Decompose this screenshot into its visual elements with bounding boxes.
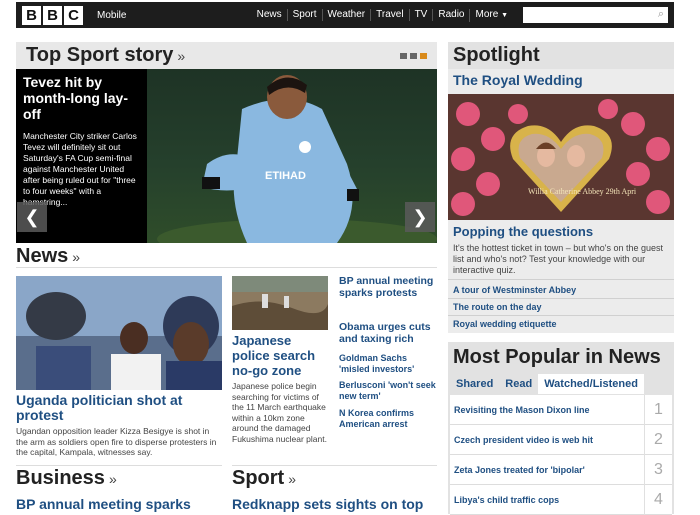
most-popular-list: Revisiting the Mason Dixon line 1 Czech …: [450, 394, 672, 515]
spotlight-subheading[interactable]: The Royal Wedding: [448, 69, 674, 91]
logo-letter: B: [43, 5, 62, 25]
list-item-text[interactable]: Zeta Jones treated for 'bipolar': [450, 465, 644, 475]
spotlight-link[interactable]: Royal wedding etiquette: [453, 319, 557, 329]
protest-illustration: [16, 276, 222, 390]
carousel-prev-button[interactable]: ❮: [17, 202, 47, 232]
tab-shared[interactable]: Shared: [450, 374, 499, 394]
nav-weather[interactable]: Weather: [321, 9, 371, 21]
slide-indicator: [400, 52, 427, 59]
main-nav: News Sport Weather Travel TV Radio More …: [252, 8, 513, 22]
chevron-right-icon: »: [177, 47, 186, 64]
divider: [448, 298, 674, 299]
news-main-desc: Ugandan opposition leader Kizza Besigye …: [16, 426, 217, 457]
uganda-protest-photo[interactable]: [16, 276, 222, 390]
footballer-illustration: ETIHAD: [157, 75, 437, 243]
nav-sport[interactable]: Sport: [286, 9, 322, 21]
wedding-photo-caption: Willia Catherine Abbey 29th Apri: [528, 187, 637, 196]
nav-radio[interactable]: Radio: [432, 9, 469, 21]
tab-watched-listened[interactable]: Watched/Listened: [538, 374, 644, 394]
chevron-left-icon: ❮: [24, 206, 40, 227]
rank-number: 3: [644, 454, 672, 485]
rank-number: 2: [644, 424, 672, 455]
footballer-photo[interactable]: ETIHAD: [147, 69, 437, 243]
nav-more[interactable]: More ▼: [469, 8, 513, 22]
spotlight-link[interactable]: A tour of Westminster Abbey: [453, 285, 576, 295]
spotlight-link[interactable]: The route on the day: [453, 302, 542, 312]
search-input[interactable]: ⌕: [523, 7, 668, 23]
chevron-right-icon: »: [288, 470, 297, 487]
search-zone-illustration: [232, 276, 328, 330]
top-sport-heading[interactable]: Top Sport story: [26, 44, 173, 67]
list-item-text[interactable]: Revisiting the Mason Dixon line: [450, 405, 644, 415]
list-item[interactable]: Czech president video is web hit 2: [450, 424, 672, 455]
triangle-down-icon: ▼: [501, 11, 508, 19]
spotlight-feature-title[interactable]: Popping the questions: [453, 224, 593, 239]
bbc-logo[interactable]: B B C: [22, 5, 83, 25]
news-link[interactable]: Berlusconi 'won't seek new term': [339, 380, 437, 402]
logo-letter: C: [64, 5, 83, 25]
hero-story-title[interactable]: Tevez hit by month-long lay-off: [23, 74, 140, 122]
news-heading[interactable]: News: [16, 245, 68, 268]
most-popular-heading: Most Popular in News: [453, 346, 661, 368]
royal-wedding-illustration: Willia Catherine Abbey 29th Apri: [448, 94, 674, 220]
royal-wedding-photo[interactable]: Willia Catherine Abbey 29th Apri: [448, 94, 674, 220]
spotlight-feature-desc: It's the hottest ticket in town – but wh…: [453, 243, 664, 275]
sport-link[interactable]: Redknapp sets sights on top: [232, 496, 423, 512]
most-popular-panel: Most Popular in News Shared Read Watched…: [448, 342, 674, 515]
news-second-desc: Japanese police begin searching for vict…: [232, 381, 327, 444]
nav-news[interactable]: News: [252, 9, 287, 21]
spotlight-panel: The Royal Wedding Willia Catherine Abbey…: [448, 69, 674, 333]
chevron-right-icon: »: [108, 470, 117, 487]
carousel-next-button[interactable]: ❯: [405, 202, 435, 232]
nav-more-label: More: [475, 8, 499, 20]
list-item[interactable]: Revisiting the Mason Dixon line 1: [450, 394, 672, 425]
svg-text:ETIHAD: ETIHAD: [265, 170, 306, 182]
rank-number: 1: [644, 394, 672, 425]
rank-number: 4: [644, 484, 672, 515]
divider: [448, 279, 674, 280]
magnifier-icon[interactable]: ⌕: [658, 8, 664, 21]
hero-story-summary: Manchester City striker Carlos Tevez wil…: [23, 131, 137, 207]
japan-search-photo[interactable]: [232, 276, 328, 330]
slide-dot[interactable]: [410, 52, 417, 59]
list-item[interactable]: Zeta Jones treated for 'bipolar' 3: [450, 454, 672, 485]
news-link[interactable]: Goldman Sachs 'misled investors': [339, 353, 437, 375]
news-link[interactable]: N Korea confirms American arrest: [339, 408, 437, 430]
sport-heading[interactable]: Sport: [232, 467, 284, 490]
sport-header: Sport »: [232, 465, 437, 491]
chevron-right-icon: ❯: [412, 206, 428, 227]
chevron-right-icon: »: [72, 248, 81, 265]
news-second-title[interactable]: Japanese police search no-go zone: [232, 333, 328, 378]
list-item-text[interactable]: Libya's child traffic cops: [450, 495, 644, 505]
news-header: News »: [16, 245, 437, 268]
nav-tv[interactable]: TV: [408, 9, 433, 21]
news-link[interactable]: BP annual meeting sparks protests: [339, 275, 437, 299]
slide-dot[interactable]: [400, 52, 407, 59]
top-sport-carousel: Tevez hit by month-long lay-off Manchest…: [16, 69, 437, 243]
top-sport-header: Top Sport story »: [16, 42, 437, 69]
divider: [448, 315, 674, 316]
mobile-label[interactable]: Mobile: [97, 10, 126, 21]
news-main-title[interactable]: Uganda politician shot at protest: [16, 393, 222, 423]
business-heading[interactable]: Business: [16, 467, 105, 490]
list-item-text[interactable]: Czech president video is web hit: [450, 435, 644, 445]
tab-read[interactable]: Read: [499, 374, 538, 394]
list-item[interactable]: Libya's child traffic cops 4: [450, 484, 672, 515]
nav-travel[interactable]: Travel: [370, 9, 408, 21]
slide-dot-active[interactable]: [420, 52, 427, 59]
business-link[interactable]: BP annual meeting sparks: [16, 496, 191, 512]
most-popular-tabs: Shared Read Watched/Listened: [450, 374, 644, 394]
logo-letter: B: [22, 5, 41, 25]
spotlight-heading: Spotlight: [453, 44, 540, 66]
business-header: Business »: [16, 465, 222, 491]
spotlight-header: Spotlight: [448, 42, 674, 69]
news-link[interactable]: Obama urges cuts and taxing rich: [339, 321, 437, 345]
top-bar: B B C Mobile News Sport Weather Travel T…: [16, 2, 674, 28]
